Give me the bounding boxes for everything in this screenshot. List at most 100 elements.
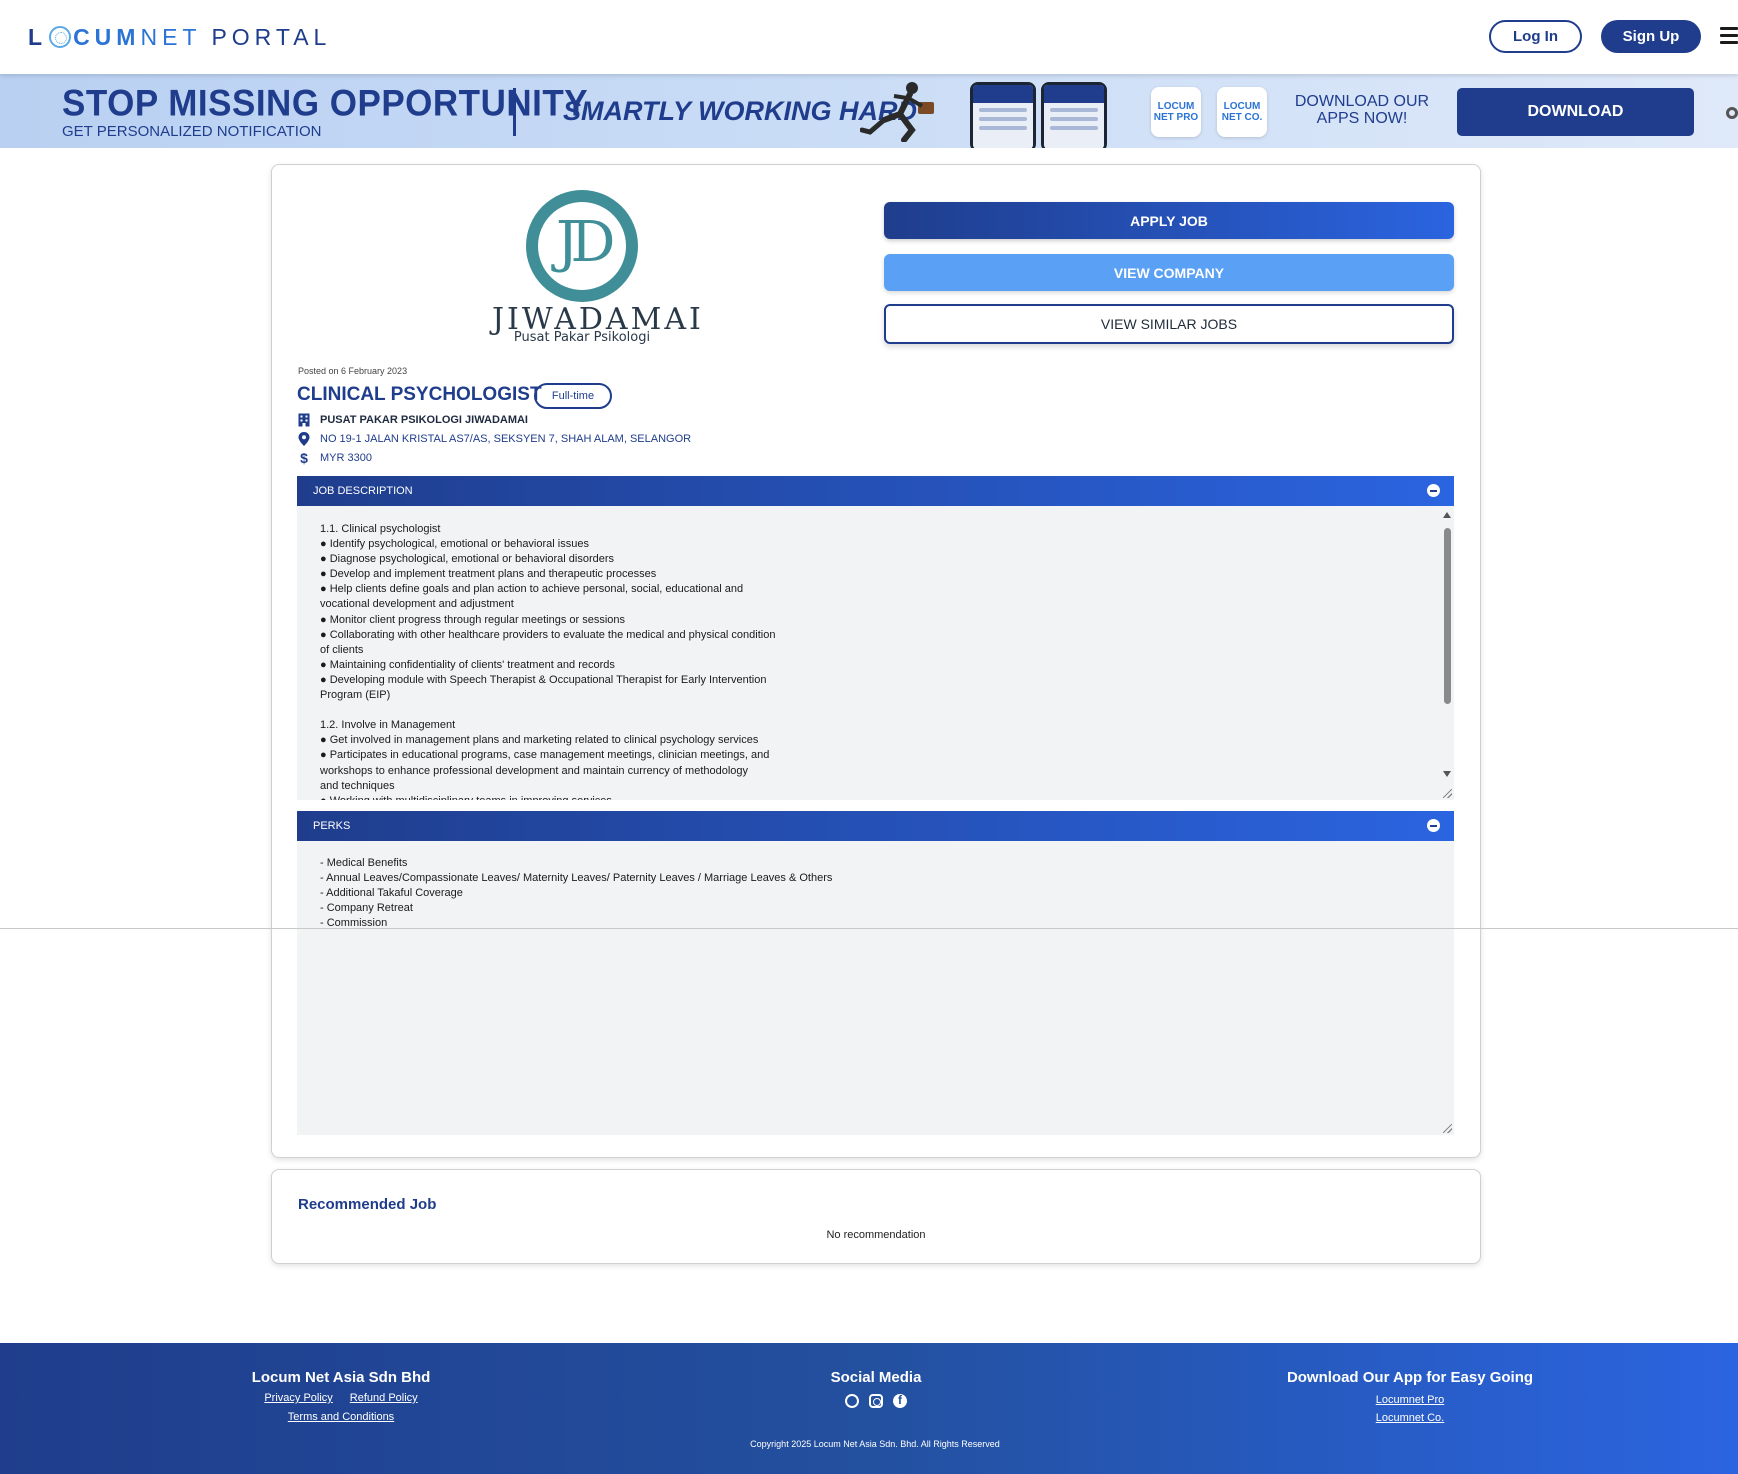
job-description-line: ● Maintaining confidentiality of clients… bbox=[320, 658, 615, 671]
whatsapp-icon[interactable] bbox=[845, 1394, 859, 1408]
job-description-line: 1.2. Involve in Management bbox=[320, 719, 456, 732]
banner-download-button[interactable]: DOWNLOAD bbox=[1457, 88, 1694, 136]
recommended-job-card: Recommended Job No recommendation bbox=[271, 1169, 1481, 1264]
promo-banner: STOP MISSING OPPORTUNITY GET PERSONALIZE… bbox=[0, 74, 1738, 148]
running-businessman-illustration bbox=[860, 82, 934, 142]
download-app-heading: Download Our App for Easy Going bbox=[1286, 1369, 1534, 1386]
footer-social-column: Social Media bbox=[776, 1369, 976, 1408]
salary-value: MYR 3300 bbox=[320, 452, 372, 464]
job-description-line: ● Collaborating with other healthcare pr… bbox=[320, 628, 776, 641]
top-navigation-bar: L CUM NET PORTAL Log In Sign Up bbox=[0, 0, 1738, 74]
banner-subheadline: GET PERSONALIZED NOTIFICATION bbox=[62, 123, 322, 140]
locumnet-portal-logo[interactable]: L CUM NET PORTAL bbox=[28, 22, 331, 52]
view-company-button[interactable]: VIEW COMPANY bbox=[884, 254, 1454, 291]
footer-company-name: Locum Net Asia Sdn Bhd bbox=[251, 1369, 431, 1386]
logo-letter-l: L bbox=[28, 23, 48, 50]
job-detail-page: L CUM NET PORTAL Log In Sign Up STOP MIS… bbox=[0, 0, 1738, 1474]
job-description-line: ● Diagnose psychological, emotional or b… bbox=[320, 553, 615, 566]
signup-button[interactable]: Sign Up bbox=[1601, 20, 1701, 53]
job-description-line: 1.1. Clinical psychologist bbox=[320, 523, 441, 535]
logo-text-cum: CUM bbox=[73, 23, 141, 50]
refund-policy-link[interactable]: Refund Policy bbox=[350, 1392, 418, 1404]
job-description-textarea[interactable]: 1.1. Clinical psychologist ● Identify psy… bbox=[297, 506, 1454, 800]
globe-icon bbox=[49, 26, 72, 48]
scroll-down-arrow-icon[interactable] bbox=[1443, 771, 1451, 777]
job-description-line: ● Get involved in management plans and m… bbox=[320, 734, 759, 747]
site-footer: Locum Net Asia Sdn Bhd Privacy Policy Re… bbox=[0, 1343, 1738, 1474]
company-monogram: JD bbox=[556, 210, 615, 275]
phone-mockup-2 bbox=[1041, 82, 1107, 148]
apply-job-button[interactable]: APPLY JOB bbox=[884, 202, 1454, 239]
locumnet-pro-link[interactable]: Locumnet Pro bbox=[1376, 1394, 1444, 1406]
job-description-line: ● Working with multidisciplinary teams i… bbox=[320, 794, 1454, 800]
job-description-line: Program (EIP) bbox=[320, 689, 391, 702]
perks-line: - Additional Takaful Coverage bbox=[320, 887, 463, 900]
logo-text-portal: PORTAL bbox=[211, 23, 332, 50]
company-name-row: PUSAT PAKAR PSIKOLOGI JIWADAMAI bbox=[297, 412, 528, 428]
resize-handle-icon[interactable] bbox=[1443, 1124, 1452, 1133]
social-media-heading: Social Media bbox=[830, 1369, 922, 1386]
company-logo: JD JIWADAMAI Pusat Pakar Psikologi bbox=[492, 190, 701, 350]
company-monogram-emblem: JD bbox=[526, 190, 638, 302]
scrollbar-thumb[interactable] bbox=[1444, 528, 1451, 704]
location-pin-icon bbox=[297, 432, 311, 446]
collapse-icon[interactable] bbox=[1427, 819, 1440, 832]
privacy-policy-link[interactable]: Privacy Policy bbox=[264, 1392, 332, 1404]
posted-date: Posted on 6 February 2023 bbox=[298, 366, 408, 376]
company-name: PUSAT PAKAR PSIKOLOGI JIWADAMAI bbox=[320, 414, 528, 426]
salary-row: $ MYR 3300 bbox=[297, 450, 372, 466]
locumnet-co-app-icon[interactable]: LOCUM NET CO. bbox=[1217, 87, 1267, 137]
company-logo-subtitle: Pusat Pakar Psikologi bbox=[513, 330, 651, 345]
no-recommendation-text: No recommendation bbox=[826, 1229, 926, 1241]
perks-text: - Medical Benefits - Annual Leaves/Compas… bbox=[320, 856, 1454, 931]
scroll-up-arrow-icon[interactable] bbox=[1443, 512, 1451, 518]
logo-text-net: NET bbox=[140, 23, 202, 50]
company-address: NO 19-1 JALAN KRISTAL AS7/AS, SEKSYEN 7,… bbox=[320, 433, 692, 445]
building-icon bbox=[297, 413, 311, 427]
job-description-line: workshops to enhance professional develo… bbox=[320, 764, 749, 777]
instagram-icon[interactable] bbox=[869, 1394, 883, 1408]
job-type-badge: Full-time bbox=[534, 383, 612, 409]
job-description-line: ● Identify psychological, emotional or b… bbox=[320, 538, 589, 551]
job-description-line: ● Developing module with Speech Therapis… bbox=[320, 673, 767, 686]
job-description-line: vocational development and adjustment bbox=[320, 598, 514, 611]
address-row: NO 19-1 JALAN KRISTAL AS7/AS, SEKSYEN 7,… bbox=[297, 431, 691, 447]
facebook-icon[interactable] bbox=[893, 1393, 907, 1408]
view-similar-jobs-button[interactable]: VIEW SIMILAR JOBS bbox=[884, 304, 1454, 344]
perks-line: - Annual Leaves/Compassionate Leaves/ Ma… bbox=[320, 872, 833, 885]
recommended-job-title: Recommended Job bbox=[298, 1196, 437, 1213]
job-description-scrollbar[interactable] bbox=[1440, 506, 1454, 800]
perks-line: - Company Retreat bbox=[320, 902, 413, 915]
copyright-text: Copyright 2025 Locum Net Asia Sdn. Bhd. … bbox=[750, 1439, 1000, 1449]
perks-line: - Commission bbox=[320, 917, 388, 930]
job-description-line bbox=[320, 703, 1454, 718]
job-description-line: ● Help clients define goals and plan act… bbox=[320, 583, 744, 596]
banner-divider bbox=[513, 88, 516, 136]
job-description-line: ● Participates in educational programs, … bbox=[320, 749, 770, 762]
job-description-heading: JOB DESCRIPTION bbox=[313, 485, 413, 497]
horizontal-rule bbox=[0, 928, 1738, 929]
job-description-line: of clients bbox=[320, 643, 364, 656]
locumnet-pro-app-icon[interactable]: LOCUM NET PRO bbox=[1151, 87, 1201, 137]
footer-app-column: Download Our App for Easy Going Locumnet… bbox=[1260, 1369, 1560, 1426]
hamburger-menu-icon[interactable] bbox=[1720, 27, 1738, 45]
dollar-icon: $ bbox=[300, 450, 308, 466]
job-description-line: and techniques bbox=[320, 779, 395, 792]
login-button[interactable]: Log In bbox=[1489, 20, 1582, 53]
resize-handle-icon[interactable] bbox=[1443, 789, 1452, 798]
job-description-text: 1.1. Clinical psychologist ● Identify psy… bbox=[320, 522, 1454, 800]
perks-line: - Medical Benefits bbox=[320, 857, 408, 869]
perks-heading: PERKS bbox=[313, 820, 351, 832]
perks-textarea[interactable]: - Medical Benefits - Annual Leaves/Compas… bbox=[297, 841, 1454, 1135]
job-title: CLINICAL PSYCHOLOGIST bbox=[297, 384, 542, 405]
job-description-header[interactable]: JOB DESCRIPTION bbox=[297, 476, 1454, 506]
locumnet-co-link[interactable]: Locumnet Co. bbox=[1376, 1412, 1444, 1424]
collapse-icon[interactable] bbox=[1427, 484, 1440, 497]
job-description-line: ● Monitor client progress through regula… bbox=[320, 613, 626, 626]
terms-link[interactable]: Terms and Conditions bbox=[288, 1411, 394, 1423]
footer-company-column: Locum Net Asia Sdn Bhd Privacy Policy Re… bbox=[196, 1369, 486, 1425]
perks-header[interactable]: PERKS bbox=[297, 811, 1454, 841]
job-description-line: ● Develop and implement treatment plans … bbox=[320, 568, 657, 581]
banner-close-icon[interactable] bbox=[1726, 107, 1738, 119]
banner-download-text: DOWNLOAD OUR APPS NOW! bbox=[1294, 93, 1430, 127]
